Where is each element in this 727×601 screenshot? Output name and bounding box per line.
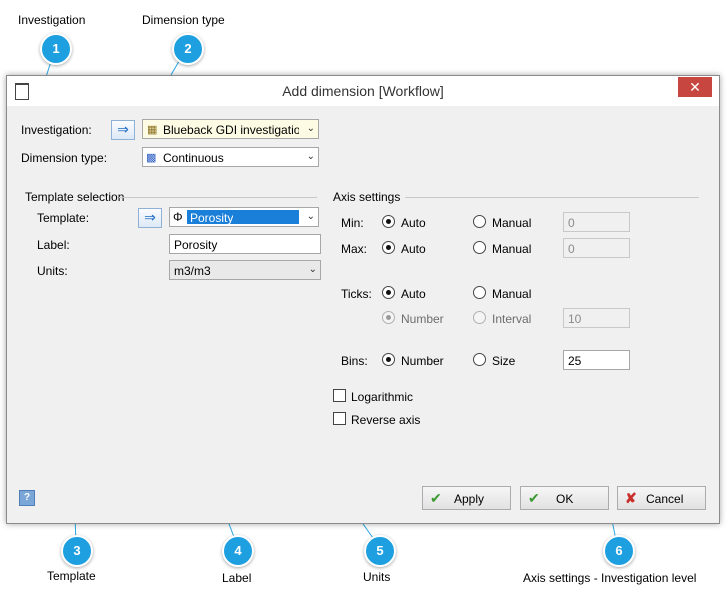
callout-label-axis-settings: Axis settings - Investigation level	[523, 571, 697, 585]
reverse-axis-checkbox[interactable]	[333, 412, 346, 425]
bins-number-radio[interactable]	[382, 353, 395, 366]
units-label: Units:	[37, 264, 68, 278]
template-combo[interactable]: Φ Porosity ⌄	[169, 207, 319, 227]
ticks-interval-label: Interval	[492, 312, 532, 326]
max-manual-label: Manual	[492, 242, 532, 256]
callout-badge-1: 1	[40, 33, 72, 65]
template-value: Porosity	[190, 211, 234, 225]
investigation-icon: ▦	[147, 124, 158, 136]
bins-number-label: Number	[401, 354, 444, 368]
max-manual-radio[interactable]	[473, 241, 486, 254]
callout-badge-5: 5	[364, 535, 396, 567]
max-value-input[interactable]: 0	[563, 238, 630, 258]
callout-label-label: Label	[222, 571, 252, 585]
template-selection-divider	[119, 197, 317, 198]
help-icon[interactable]: ?	[19, 490, 35, 506]
chevron-down-icon: ⌄	[306, 151, 315, 162]
ticks-number-radio[interactable]	[382, 311, 395, 324]
min-manual-label: Manual	[492, 216, 532, 230]
investigation-label: Investigation:	[21, 123, 92, 137]
callout-label-investigation: Investigation	[18, 13, 86, 27]
ticks-auto-radio[interactable]	[382, 286, 395, 299]
cross-icon: ✘	[625, 490, 637, 506]
ticks-manual-radio[interactable]	[473, 286, 486, 299]
window-title: Add dimension [Workflow]	[282, 83, 444, 99]
callout-badge-3: 3	[61, 535, 93, 567]
investigation-value: Blueback GDI investigation ‹	[163, 123, 299, 137]
bins-label: Bins:	[341, 354, 368, 368]
chevron-down-icon: ⌄	[308, 264, 317, 275]
bins-size-radio[interactable]	[473, 353, 486, 366]
ticks-number-label: Number	[401, 312, 444, 326]
callout-label-template: Template	[47, 569, 96, 583]
add-dimension-dialog: Add dimension [Workflow] ✕ Investigation…	[6, 75, 720, 524]
logarithmic-checkbox[interactable]	[333, 389, 346, 402]
ticks-manual-label: Manual	[492, 287, 532, 301]
dimension-type-value: Continuous	[163, 151, 224, 165]
max-label: Max:	[341, 242, 368, 256]
reverse-axis-label: Reverse axis	[351, 413, 421, 427]
callout-badge-4: 4	[222, 535, 254, 567]
close-button[interactable]: ✕	[678, 77, 712, 97]
dimension-type-combo[interactable]: ▩ Continuous ⌄	[142, 147, 319, 167]
cancel-button[interactable]: ✘ Cancel	[617, 486, 706, 510]
bins-size-label: Size	[492, 354, 516, 368]
apply-button-label: Apply	[454, 492, 485, 506]
chevron-down-icon: ⌄	[306, 123, 315, 134]
dimension-type-label: Dimension type:	[21, 151, 108, 165]
ticks-auto-label: Auto	[401, 287, 426, 301]
units-combo[interactable]: m3/m3 ⌄	[169, 260, 321, 280]
apply-button[interactable]: ✔ Apply	[422, 486, 511, 510]
axis-settings-group-title: Axis settings	[333, 190, 401, 204]
min-manual-radio[interactable]	[473, 215, 486, 228]
chevron-down-icon: ⌄	[306, 211, 315, 222]
template-select-arrow-button[interactable]: ⇒	[138, 208, 162, 228]
callout-label-units: Units	[363, 570, 391, 584]
label-label: Label:	[37, 238, 70, 252]
label-input[interactable]: Porosity	[169, 234, 321, 254]
min-value-input[interactable]: 0	[563, 212, 630, 232]
callout-badge-2: 2	[172, 33, 204, 65]
cancel-button-label: Cancel	[646, 492, 684, 506]
min-auto-label: Auto	[401, 216, 426, 230]
units-value: m3/m3	[174, 264, 211, 278]
checkmark-icon: ✔	[430, 490, 442, 506]
phi-porosity-icon: Φ	[173, 210, 183, 224]
ticks-value-input[interactable]: 10	[563, 308, 630, 328]
ticks-label: Ticks:	[341, 287, 372, 301]
min-auto-radio[interactable]	[382, 215, 395, 228]
logarithmic-label: Logarithmic	[351, 390, 414, 404]
bins-value-input[interactable]: 25	[563, 350, 630, 370]
template-selection-group-title: Template selection	[25, 190, 125, 204]
ok-button[interactable]: ✔ OK	[520, 486, 609, 510]
title-bar: Add dimension [Workflow] ✕	[7, 76, 719, 106]
min-label: Min:	[341, 216, 364, 230]
ticks-interval-radio[interactable]	[473, 311, 486, 324]
continuous-chart-icon: ▩	[146, 152, 157, 164]
investigation-combo[interactable]: ▦ Blueback GDI investigation ‹ ⌄	[142, 119, 319, 139]
max-auto-label: Auto	[401, 242, 426, 256]
axis-settings-divider	[405, 197, 699, 198]
ok-button-label: OK	[556, 492, 574, 506]
max-auto-radio[interactable]	[382, 241, 395, 254]
investigation-select-arrow-button[interactable]: ⇒	[111, 120, 135, 140]
template-label: Template:	[37, 211, 90, 225]
callout-badge-6: 6	[603, 535, 635, 567]
callout-label-dimension-type: Dimension type	[142, 13, 225, 27]
checkmark-icon: ✔	[528, 490, 540, 506]
